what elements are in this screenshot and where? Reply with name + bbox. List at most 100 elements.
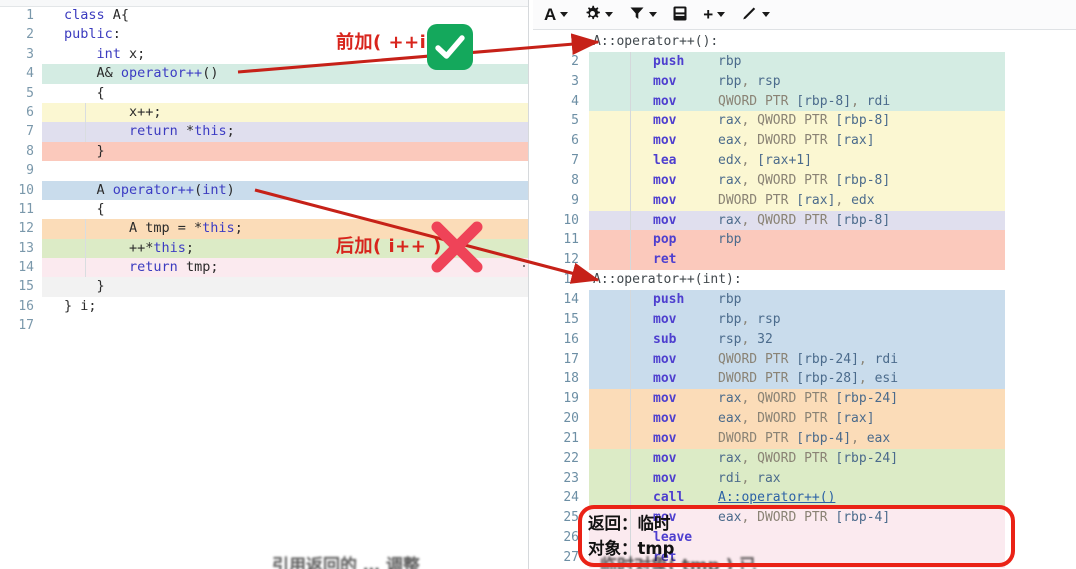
asm-operands: DWORD PTR [rbp-4], eax bbox=[718, 430, 891, 446]
asm-operands: rax, QWORD PTR [rbp-24] bbox=[718, 391, 899, 407]
asm-line[interactable]: 5 mov rax, QWORD PTR [rbp-8] bbox=[533, 111, 1076, 132]
cpp-source-panel[interactable]: 1 class A{2 public: 3 int x; 4 A& operator++… bbox=[0, 0, 528, 569]
asm-line[interactable]: 15 mov rbp, rsp bbox=[533, 309, 1076, 330]
source-line[interactable]: 7 return *this; bbox=[0, 122, 528, 142]
asm-mnemonic: mov bbox=[653, 212, 677, 228]
source-line-number: 1 bbox=[26, 8, 34, 23]
source-line-number: 7 bbox=[26, 124, 34, 140]
source-line-text: return tmp; bbox=[129, 259, 219, 276]
asm-line[interactable]: 21 mov DWORD PTR [rbp-4], eax bbox=[533, 428, 1076, 449]
asm-line[interactable]: 2 push rbp bbox=[533, 51, 1076, 72]
source-line-number: 8 bbox=[26, 143, 34, 159]
asm-line[interactable]: 18 mov DWORD PTR [rbp-28], esi bbox=[533, 369, 1076, 390]
asm-line[interactable]: 7 lea edx, [rax+1] bbox=[533, 151, 1076, 171]
callout-line-2: 对象：tmp bbox=[588, 539, 675, 558]
source-line-number: 4 bbox=[26, 66, 34, 82]
source-line[interactable]: 9 bbox=[0, 161, 528, 180]
asm-indent-guide bbox=[630, 210, 631, 231]
source-line[interactable]: 5 { bbox=[0, 84, 528, 103]
source-line-text: ++*this; bbox=[64, 239, 195, 256]
source-line-text: return *this; bbox=[129, 123, 235, 140]
asm-line-number: 5 bbox=[571, 113, 579, 129]
assembly-panel[interactable]: A + 1 A::operator++(): 2 push rbp 3 mov rbp, rsp… bbox=[533, 0, 1076, 569]
asm-indent-guide bbox=[630, 448, 631, 469]
highlight-pen-button[interactable] bbox=[736, 3, 775, 27]
asm-line[interactable]: 14 push rbp bbox=[533, 289, 1076, 310]
asm-operands: QWORD PTR [rbp-24], rdi bbox=[718, 351, 899, 367]
asm-indent-guide bbox=[630, 51, 631, 72]
source-line-number: 14 bbox=[18, 260, 34, 276]
asm-operands: edx, [rax+1] bbox=[718, 153, 812, 169]
assembly-toolbar[interactable]: A + bbox=[533, 0, 1076, 30]
source-line-number: 15 bbox=[18, 279, 34, 295]
asm-indent-guide bbox=[630, 131, 631, 152]
asm-line-highlight bbox=[589, 71, 1005, 92]
asm-line[interactable]: 6 mov eax, DWORD PTR [rax] bbox=[533, 131, 1076, 152]
source-line-number: 10 bbox=[18, 182, 34, 198]
source-line-number: 2 bbox=[26, 27, 34, 43]
asm-line[interactable]: 19 mov rax, QWORD PTR [rbp-24] bbox=[533, 389, 1076, 410]
source-line[interactable]: 15 } bbox=[0, 277, 528, 297]
source-line-number: 17 bbox=[18, 318, 34, 334]
asm-line-number: 1 bbox=[571, 34, 579, 49]
source-line[interactable]: 6 x++; bbox=[0, 102, 528, 123]
chevron-down-icon bbox=[717, 12, 726, 17]
asm-mnemonic: mov bbox=[653, 470, 677, 486]
asm-line[interactable]: 10 mov rax, QWORD PTR [rbp-8] bbox=[533, 210, 1076, 231]
screenshot-root: 1 class A{2 public: 3 int x; 4 A& operator++… bbox=[0, 0, 1076, 569]
source-line[interactable]: 1 class A{ bbox=[0, 6, 528, 25]
asm-indent-guide bbox=[630, 289, 631, 310]
asm-line-highlight bbox=[589, 329, 1005, 350]
source-line[interactable]: 11 { bbox=[0, 200, 528, 219]
asm-line[interactable]: 16 sub rsp, 32 bbox=[533, 329, 1076, 350]
font-size-button[interactable]: A bbox=[539, 3, 573, 27]
asm-line-number: 2 bbox=[571, 53, 579, 69]
source-line[interactable]: 8 } bbox=[0, 141, 528, 162]
gear-button[interactable] bbox=[579, 3, 618, 27]
asm-line[interactable]: 9 mov DWORD PTR [rax], edx bbox=[533, 190, 1076, 211]
asm-line[interactable]: 12 ret bbox=[533, 250, 1076, 271]
red-cross-icon bbox=[428, 218, 486, 276]
asm-indent-guide bbox=[630, 329, 631, 350]
asm-indent-guide bbox=[630, 389, 631, 410]
asm-line[interactable]: 11 pop rbp bbox=[533, 230, 1076, 251]
asm-line-number: 21 bbox=[563, 430, 579, 446]
asm-line[interactable]: 20 mov eax, DWORD PTR [rax] bbox=[533, 409, 1076, 429]
gear-icon bbox=[584, 5, 601, 25]
asm-indent-guide bbox=[630, 91, 631, 112]
asm-operands: rax, QWORD PTR [rbp-8] bbox=[718, 113, 891, 129]
filter-button[interactable] bbox=[624, 3, 662, 27]
source-line-text: class A{ bbox=[64, 7, 130, 23]
source-line-text: { bbox=[64, 200, 105, 217]
asm-operands: rbp, rsp bbox=[718, 311, 781, 327]
asm-line[interactable]: 3 mov rbp, rsp bbox=[533, 71, 1076, 92]
asm-indent-guide bbox=[630, 230, 631, 251]
asm-line-highlight bbox=[589, 250, 1005, 271]
asm-line[interactable]: 4 mov QWORD PTR [rbp-8], rdi bbox=[533, 91, 1076, 112]
add-icon: + bbox=[703, 5, 714, 24]
asm-operands: rbp, rsp bbox=[718, 73, 781, 89]
asm-line[interactable]: 8 mov rax, QWORD PTR [rbp-8] bbox=[533, 170, 1076, 191]
asm-line-highlight bbox=[589, 309, 1005, 330]
asm-indent-guide bbox=[630, 309, 631, 330]
asm-mnemonic: mov bbox=[653, 113, 677, 129]
asm-line-highlight bbox=[589, 230, 1005, 251]
asm-indent-guide bbox=[630, 409, 631, 429]
asm-line[interactable]: 22 mov rax, QWORD PTR [rbp-24] bbox=[533, 448, 1076, 469]
asm-line[interactable]: 17 mov QWORD PTR [rbp-24], rdi bbox=[533, 349, 1076, 370]
assembly-code-area[interactable]: 1 A::operator++(): 2 push rbp 3 mov rbp, rsp 4 mo… bbox=[533, 32, 1076, 568]
source-line[interactable]: 10 A operator++(int) bbox=[0, 180, 528, 200]
add-button[interactable]: + bbox=[698, 3, 730, 27]
asm-line[interactable]: 23 mov rdi, rax bbox=[533, 468, 1076, 489]
source-line-text: A operator++(int) bbox=[64, 181, 235, 198]
asm-mnemonic: mov bbox=[653, 430, 677, 446]
asm-line[interactable]: 1 A::operator++(): bbox=[533, 32, 1076, 52]
library-button[interactable] bbox=[668, 3, 692, 27]
source-line[interactable]: 17 bbox=[0, 316, 528, 335]
source-line[interactable]: 16} i; bbox=[0, 297, 528, 316]
asm-line-highlight bbox=[589, 289, 1005, 310]
asm-operands: rax, QWORD PTR [rbp-8] bbox=[718, 172, 891, 188]
asm-line-number: 24 bbox=[563, 490, 579, 506]
asm-line[interactable]: 13 A::operator++(int): bbox=[533, 270, 1076, 290]
asm-operands: rbp bbox=[718, 232, 742, 248]
